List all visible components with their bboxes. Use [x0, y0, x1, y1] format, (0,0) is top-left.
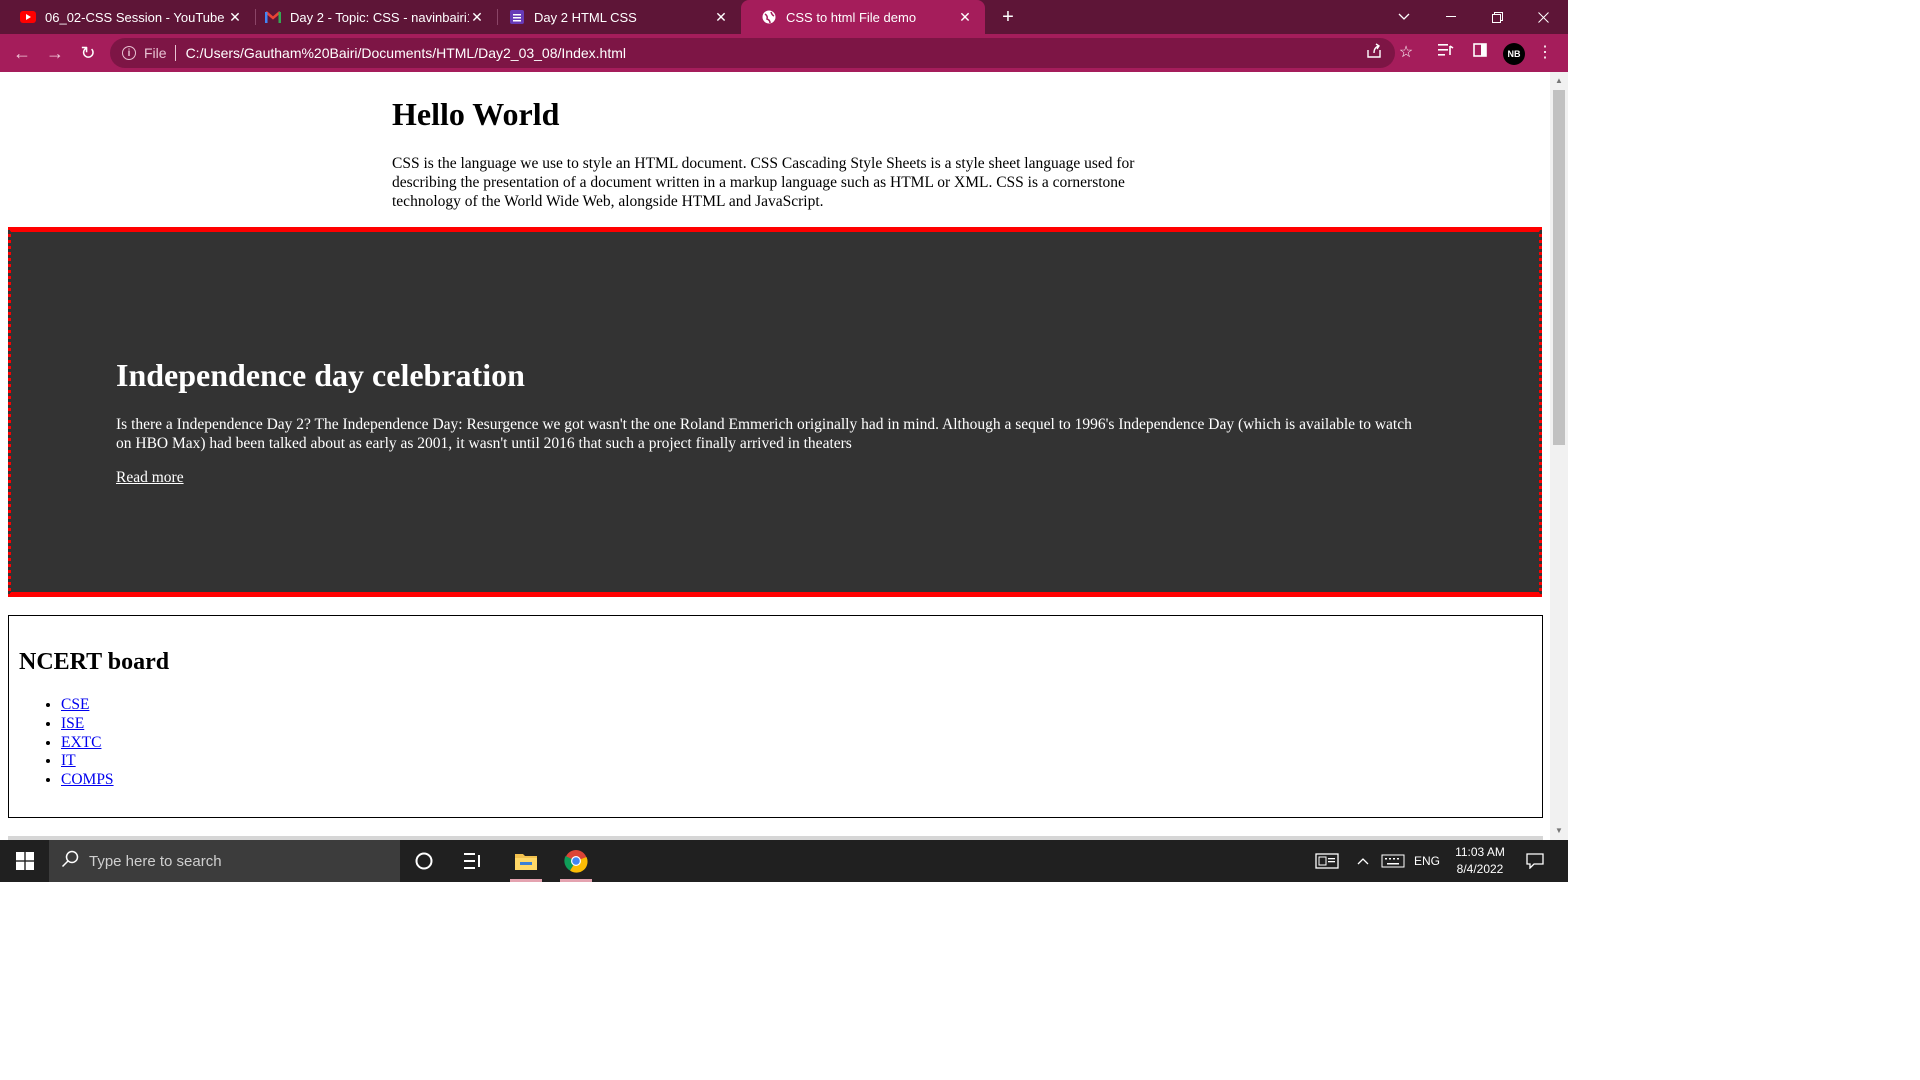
board-link-ise[interactable]: ISE [61, 715, 84, 732]
gmail-icon [265, 9, 281, 25]
tab-youtube[interactable]: 06_02-CSS Session - YouTube ✕ [0, 0, 255, 34]
close-tab-icon[interactable]: ✕ [713, 9, 729, 25]
profile-avatar[interactable]: NB [1503, 43, 1525, 65]
youtube-icon [20, 9, 36, 25]
list-item: EXTC [61, 734, 114, 753]
globe-icon [761, 9, 777, 25]
clock-date: 8/4/2022 [1456, 862, 1504, 876]
page-heading: Hello World [392, 96, 560, 132]
tab-day2-doc[interactable]: Day 2 HTML CSS ✕ [489, 0, 741, 34]
windows-taskbar: Type here to search ENG 11:03 AM 8/4/202… [0, 840, 1568, 882]
search-icon [61, 850, 79, 873]
list-item: IT [61, 752, 114, 771]
page-viewport: Hello World CSS is the language we use t… [0, 72, 1550, 840]
board-link-extc[interactable]: EXTC [61, 734, 101, 751]
new-tab-button[interactable]: + [997, 6, 1019, 28]
tab-title: 06_02-CSS Session - YouTube [45, 9, 225, 25]
scroll-down-arrow-icon[interactable]: ▼ [1550, 824, 1568, 838]
list-item: COMPS [61, 771, 114, 790]
side-panel-icon[interactable] [1470, 43, 1490, 63]
search-placeholder: Type here to search [89, 852, 222, 870]
board-list: CSE ISE EXTC IT COMPS [21, 696, 114, 790]
scroll-up-arrow-icon[interactable]: ▲ [1550, 74, 1568, 88]
divider [174, 45, 176, 61]
bookmark-star-icon[interactable]: ☆ [1396, 43, 1416, 63]
list-item: ISE [61, 715, 114, 734]
url-scheme: File [144, 45, 167, 61]
hero-title: Independence day celebration [116, 357, 525, 393]
read-more-link[interactable]: Read more [116, 469, 184, 487]
close-tab-icon[interactable]: ✕ [227, 9, 243, 25]
close-window-button[interactable] [1520, 0, 1566, 34]
info-icon[interactable]: i [122, 46, 136, 60]
notifications-icon[interactable] [1520, 840, 1550, 882]
board-title: NCERT board [19, 649, 170, 675]
chevron-up-icon[interactable] [1352, 840, 1374, 882]
share-icon[interactable] [1364, 43, 1384, 63]
windows-start-icon[interactable] [0, 840, 49, 882]
scrollbar-thumb[interactable] [1553, 90, 1565, 445]
tab-strip: 06_02-CSS Session - YouTube ✕ Day 2 - To… [0, 0, 1568, 34]
browser-toolbar: ← → ↻ i File C:/Users/Gautham%20Bairi/Do… [0, 34, 1568, 72]
close-tab-icon[interactable]: ✕ [957, 9, 973, 25]
board-link-cse[interactable]: CSE [61, 696, 89, 713]
clock-time: 11:03 AM [1455, 845, 1505, 859]
intro-paragraph: CSS is the language we use to style an H… [392, 155, 1135, 210]
task-view-icon[interactable] [449, 840, 497, 882]
reload-icon[interactable]: ↻ [76, 41, 100, 65]
tab-css-demo[interactable]: CSS to html File demo ✕ [741, 0, 985, 34]
address-bar[interactable]: i File C:/Users/Gautham%20Bairi/Document… [110, 38, 1395, 68]
reading-list-icon[interactable] [1436, 43, 1456, 63]
language-indicator[interactable]: ENG [1410, 840, 1444, 882]
back-arrow-icon[interactable]: ← [10, 41, 34, 65]
file-explorer-icon[interactable] [502, 840, 550, 882]
tab-search-icon[interactable] [1381, 0, 1427, 34]
chrome-icon[interactable] [552, 840, 600, 882]
list-item: CSE [61, 696, 114, 715]
vertical-scrollbar[interactable]: ▲ ▼ [1550, 72, 1568, 840]
hero-section: Independence day celebration Is there a … [8, 227, 1542, 597]
board-link-it[interactable]: IT [61, 752, 76, 769]
tab-title: CSS to html File demo [786, 9, 917, 25]
taskbar-search-box[interactable]: Type here to search [49, 840, 400, 882]
tab-title: Day 2 - Topic: CSS - navinbairi100 [290, 9, 469, 25]
forward-arrow-icon[interactable]: → [43, 41, 67, 65]
board-link-comps[interactable]: COMPS [61, 771, 114, 788]
ncert-board-box: NCERT board CSE ISE EXTC IT COMPS [8, 615, 1543, 818]
hero-text: Is there a Independence Day 2? The Indep… [116, 416, 1412, 452]
news-widget-icon[interactable] [1312, 840, 1342, 882]
url-text[interactable]: C:/Users/Gautham%20Bairi/Documents/HTML/… [186, 45, 626, 61]
menu-kebab-icon[interactable]: ⋮ [1535, 43, 1555, 63]
tab-title: Day 2 HTML CSS [534, 9, 637, 25]
system-clock[interactable]: 11:03 AM 8/4/2022 [1445, 844, 1515, 878]
cortana-icon[interactable] [400, 840, 448, 882]
keyboard-icon[interactable] [1378, 840, 1408, 882]
tab-gmail[interactable]: Day 2 - Topic: CSS - navinbairi100 ✕ [245, 0, 497, 34]
document-icon [509, 9, 525, 25]
minimize-button[interactable] [1428, 0, 1474, 34]
close-tab-icon[interactable]: ✕ [469, 9, 485, 25]
restore-button[interactable] [1474, 0, 1520, 34]
